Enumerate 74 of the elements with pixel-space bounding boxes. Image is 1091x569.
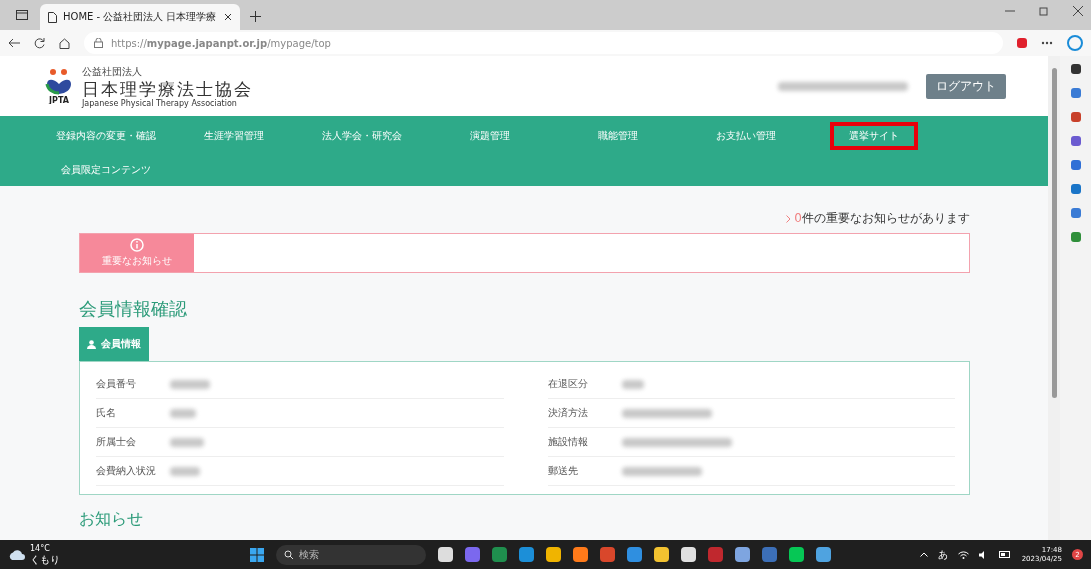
chevron-up-icon[interactable] <box>919 552 928 557</box>
taskbar-search-field[interactable]: 検索 <box>276 544 426 565</box>
taskbar-app-icon[interactable] <box>573 547 588 562</box>
taskbar-app-icon[interactable] <box>519 547 534 562</box>
taskbar-app-icon[interactable] <box>708 547 723 562</box>
field-label: 会員番号 <box>96 377 137 391</box>
info-icon <box>130 238 144 252</box>
notice-summary: 0件の重要なお知らせがあります <box>794 210 970 227</box>
url-text: https://mypage.japanpt.or.jp/mypage/top <box>111 37 331 49</box>
weather-text: くもり <box>30 554 60 566</box>
user-icon <box>87 339 96 349</box>
blurred-value <box>170 437 204 447</box>
nav-link[interactable]: 演題管理 <box>426 122 554 150</box>
taskbar-app-icon[interactable] <box>465 547 480 562</box>
taskbar-app-icon[interactable] <box>681 547 696 562</box>
nav-link[interactable]: 法人学会・研究会 <box>298 122 426 150</box>
member-info-tab[interactable]: 会員情報 <box>79 327 149 361</box>
section-title: 会員情報確認 <box>79 297 188 321</box>
start-icon[interactable] <box>250 547 264 562</box>
temperature: 14°C <box>30 543 51 554</box>
taskbar-app-icon[interactable] <box>762 547 777 562</box>
extension-icon[interactable] <box>1017 38 1027 48</box>
taskbar-app-icon[interactable] <box>816 547 831 562</box>
taskbar-app-icon[interactable] <box>492 547 507 562</box>
battery-icon[interactable] <box>998 551 1012 558</box>
lock-icon <box>94 38 103 48</box>
page-icon <box>48 11 57 23</box>
chevron-icon <box>786 214 792 223</box>
field-label: 所属士会 <box>96 435 137 449</box>
close-icon[interactable] <box>224 13 232 21</box>
new-tab-icon[interactable] <box>250 11 261 22</box>
blurred-value <box>170 466 200 476</box>
blurred-value <box>170 408 196 418</box>
nav-link[interactable]: お支払い管理 <box>682 122 810 150</box>
field-label: 在退区分 <box>547 377 589 391</box>
nav-link[interactable]: 職能管理 <box>554 122 682 150</box>
cloud-icon <box>8 549 26 560</box>
restore-icon[interactable] <box>1039 6 1049 16</box>
taskbar-app-icon[interactable] <box>438 547 453 562</box>
sidebar-app-icon[interactable] <box>1070 64 1081 74</box>
logout-button[interactable]: ログアウト <box>926 73 1006 99</box>
search-icon <box>284 550 293 559</box>
taskbar-app-icon[interactable] <box>546 547 561 562</box>
org-english-name: Japanese Physical Therapy Association <box>82 98 238 108</box>
nav-link[interactable]: 登録内容の変更・確認 <box>42 122 170 150</box>
close-icon[interactable] <box>1073 6 1083 16</box>
taskbar-app-icon[interactable] <box>789 547 804 562</box>
blurred-value <box>170 379 210 389</box>
browser-tab[interactable]: HOME - 公益社団法人 日本理学療 <box>40 4 240 30</box>
scrollbar[interactable] <box>1048 56 1060 540</box>
nav-link[interactable]: 選挙サイト <box>830 122 918 150</box>
field-label: 施設情報 <box>547 435 589 449</box>
ime-indicator[interactable]: あ <box>937 547 948 562</box>
field-label: 決済方法 <box>547 406 589 420</box>
wifi-icon[interactable] <box>957 550 969 559</box>
nav-link[interactable]: 生涯学習管理 <box>170 122 298 150</box>
field-label: 氏名 <box>96 406 117 420</box>
org-name: 日本理学療法士協会 <box>82 78 253 99</box>
nav-link[interactable]: 会員限定コンテンツ <box>42 156 170 184</box>
alert-label: 重要なお知らせ <box>102 254 172 268</box>
back-icon[interactable] <box>8 38 20 48</box>
section-title: お知らせ <box>79 509 143 529</box>
taskbar-app-icon[interactable] <box>600 547 615 562</box>
org-type: 公益社団法人 <box>82 64 143 79</box>
blurred-value <box>621 379 644 389</box>
field-label: 会費納入状況 <box>96 464 157 478</box>
taskbar-app-icon[interactable] <box>654 547 669 562</box>
taskbar-app-icon[interactable] <box>735 547 750 562</box>
home-icon[interactable] <box>59 37 70 49</box>
menu-icon[interactable] <box>1041 41 1053 45</box>
address-field[interactable]: https://mypage.japanpt.or.jp/mypage/top <box>84 32 1003 54</box>
refresh-icon[interactable] <box>34 37 45 49</box>
taskbar-app-icon[interactable] <box>627 547 642 562</box>
field-label: 郵送先 <box>547 464 579 478</box>
